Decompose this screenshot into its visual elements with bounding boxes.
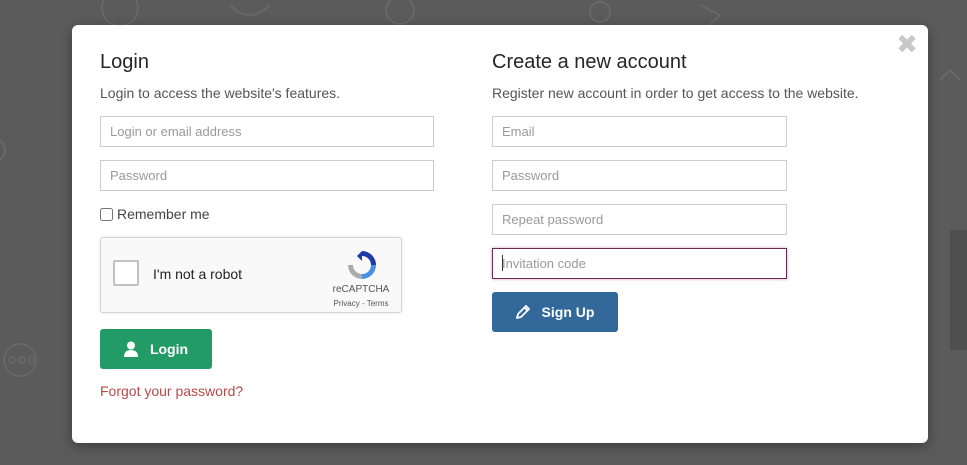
invitation-code-input[interactable] (492, 248, 787, 279)
register-title: Create a new account (492, 51, 687, 73)
recaptcha-privacy-terms-link[interactable]: Privacy - Terms (321, 299, 401, 308)
pencil-icon (515, 305, 530, 319)
text-caret (502, 255, 503, 271)
user-icon (123, 341, 138, 357)
register-password-input[interactable] (492, 160, 787, 191)
recaptcha-label: I'm not a robot (153, 266, 243, 282)
login-button[interactable]: Login (100, 329, 212, 369)
invitation-code-wrapper (492, 248, 787, 279)
login-button-label: Login (149, 341, 189, 357)
sign-up-button[interactable]: Sign Up (492, 292, 618, 332)
login-subtitle: Login to access the website's features. (100, 85, 341, 101)
register-repeat-password-input[interactable] (492, 204, 787, 235)
recaptcha-checkbox[interactable] (113, 260, 139, 286)
recaptcha-widget: I'm not a robot reCAPTCHA Privacy - Term… (100, 237, 402, 313)
recaptcha-brand: reCAPTCHA (332, 284, 390, 295)
remember-me-checkbox[interactable] (100, 207, 113, 221)
register-email-input[interactable] (492, 116, 787, 147)
register-subtitle: Register new account in order to get acc… (492, 85, 859, 101)
close-icon[interactable]: ✖ (896, 31, 918, 57)
sign-up-button-label: Sign Up (541, 304, 595, 320)
forgot-password-link[interactable]: Forgot your password? (100, 383, 243, 399)
auth-modal: ✖ Login Login to access the website's fe… (72, 25, 928, 443)
remember-me-label: Remember me (117, 206, 210, 222)
recaptcha-logo-icon (345, 248, 379, 287)
login-password-input[interactable] (100, 160, 434, 191)
login-email-input[interactable] (100, 116, 434, 147)
remember-me[interactable]: Remember me (100, 205, 210, 223)
login-title: Login (100, 51, 149, 73)
